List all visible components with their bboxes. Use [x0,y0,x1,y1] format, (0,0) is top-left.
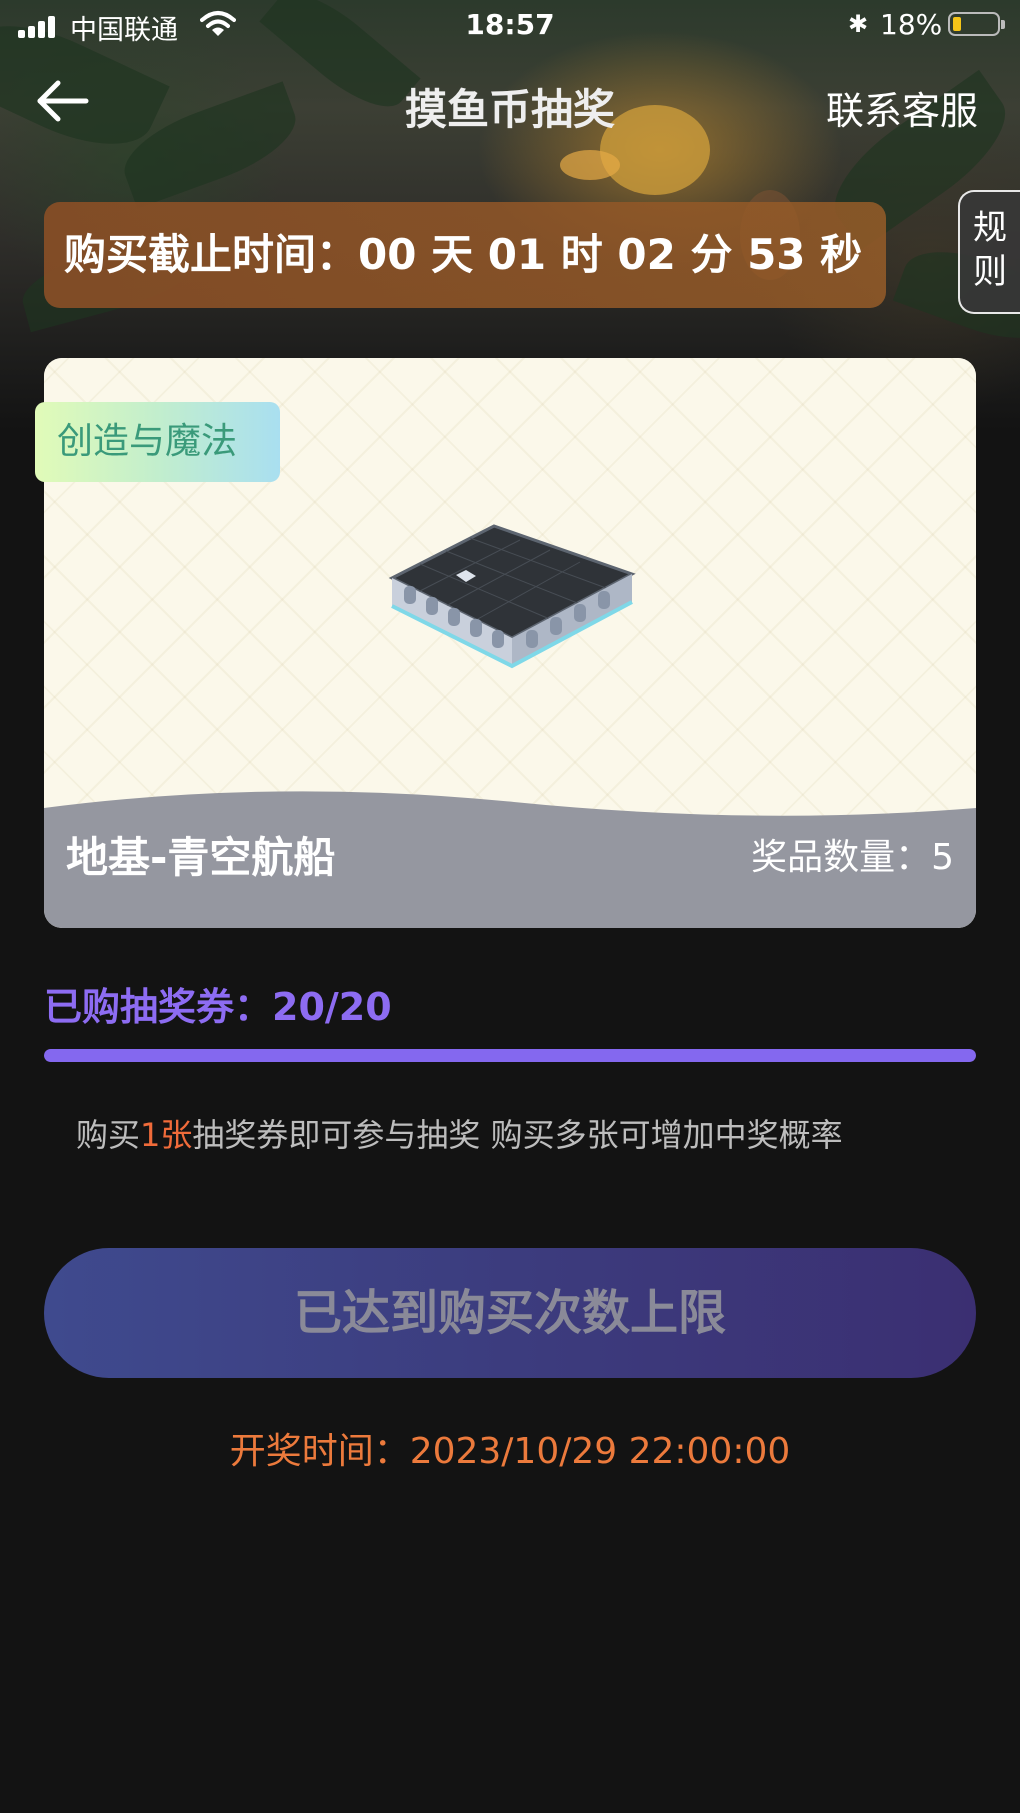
lottery-page: 中国联通 18:57 ✱ 18% 摸鱼币抽奖 联系客服 购买截止时间：00 天 … [0,0,1020,1813]
hint-text-after: 抽奖券即可参与抽奖 购买多张可增加中奖概率 [192,1116,843,1154]
rules-tab-char-1: 规 [973,208,1007,248]
battery-percent: 18% [880,8,943,41]
tickets-purchased-label: 已购抽奖券：20/20 [44,985,392,1029]
tickets-progress-fill [44,1049,976,1062]
rules-tab[interactable]: 规 则 [958,190,1020,314]
battery-icon [948,12,1005,36]
prize-name: 地基-青空航船 [66,833,336,882]
rules-tab-char-2: 则 [973,252,1007,292]
status-bar: 中国联通 18:57 ✱ 18% [0,0,1020,50]
prize-quantity: 奖品数量：5 [751,837,954,878]
floating-platform-image [388,524,636,669]
tickets-progress-bar [44,1049,976,1062]
hint-highlight: 1张 [140,1116,193,1154]
purchase-limit-button[interactable]: 已达到购买次数上限 [44,1248,976,1378]
bluetooth-icon: ✱ [848,10,869,38]
draw-time: 开奖时间：2023/10/29 22:00:00 [229,1431,791,1472]
contact-service-link[interactable]: 联系客服 [826,80,978,135]
hint-text-before: 购买 [76,1116,141,1154]
category-tag: 创造与魔法 [35,402,280,482]
purchase-deadline-countdown: 购买截止时间：00 天 01 时 02 分 53 秒 [44,202,886,308]
purchase-hint: 购买1张抽奖券即可参与抽奖 购买多张可增加中奖概率 [76,1110,843,1156]
